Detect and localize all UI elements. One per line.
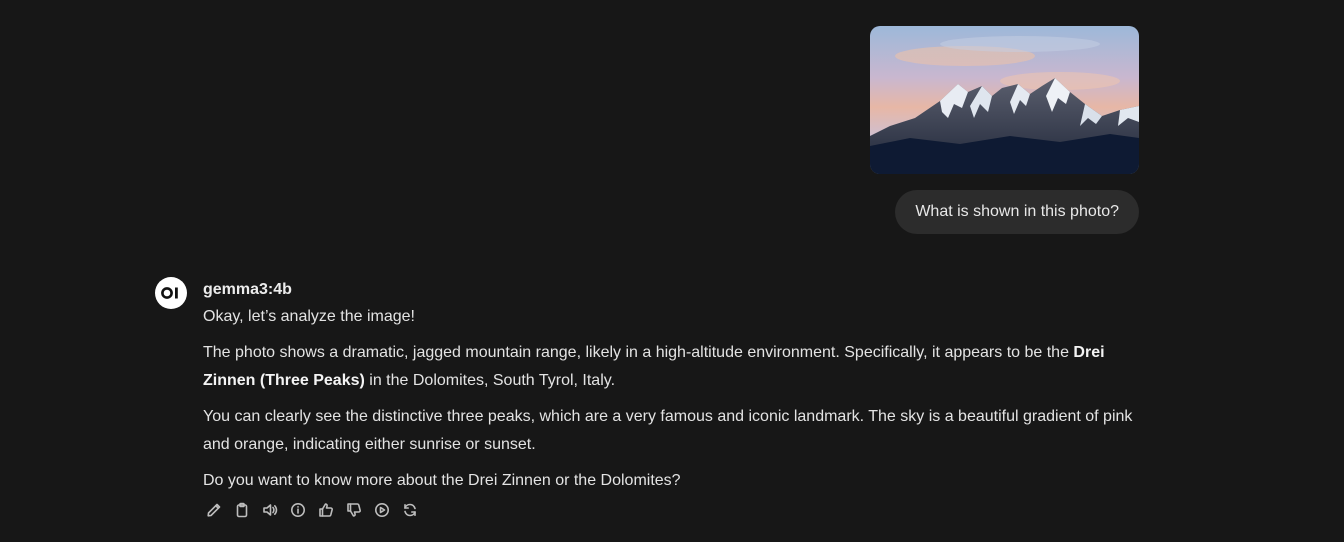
assistant-response: Okay, let’s analyze the image! The photo… — [203, 303, 1143, 503]
user-message-text: What is shown in this photo? — [915, 203, 1119, 220]
mountain-photo — [870, 26, 1139, 174]
regenerate-icon — [404, 503, 416, 517]
chat-area: What is shown in this photo? gemma3:4b O… — [0, 0, 1344, 542]
thumbs-down-button[interactable] — [343, 498, 365, 522]
read-aloud-button[interactable] — [259, 498, 281, 522]
user-message-bubble: What is shown in this photo? — [895, 190, 1139, 234]
response-text: in the Dolomites, South Tyrol, Italy. — [364, 372, 616, 389]
user-attached-image[interactable] — [870, 26, 1139, 174]
continue-button[interactable] — [371, 498, 393, 522]
thumbs-down-icon — [347, 503, 361, 517]
response-intro: Okay, let’s analyze the image! — [203, 308, 415, 325]
copy-button[interactable] — [231, 498, 253, 522]
response-paragraph-2: You can clearly see the distinctive thre… — [203, 408, 1133, 453]
copy-icon — [236, 502, 248, 518]
thumbs-up-button[interactable] — [315, 498, 337, 522]
continue-icon — [375, 503, 389, 517]
open-webui-logo-icon — [161, 287, 178, 299]
info-icon — [291, 503, 305, 517]
info-button[interactable] — [287, 498, 309, 522]
edit-icon — [207, 503, 221, 517]
response-paragraph-3: Do you want to know more about the Drei … — [203, 472, 681, 489]
assistant-avatar — [155, 277, 187, 309]
message-actions — [203, 498, 421, 522]
response-paragraph-1: The photo shows a dramatic, jagged mount… — [203, 339, 1143, 395]
edit-button[interactable] — [203, 498, 225, 522]
model-name: gemma3:4b — [203, 281, 292, 298]
read-aloud-icon — [263, 504, 278, 516]
regenerate-button[interactable] — [399, 498, 421, 522]
response-text: The photo shows a dramatic, jagged mount… — [203, 344, 1074, 361]
thumbs-up-icon — [319, 503, 333, 517]
